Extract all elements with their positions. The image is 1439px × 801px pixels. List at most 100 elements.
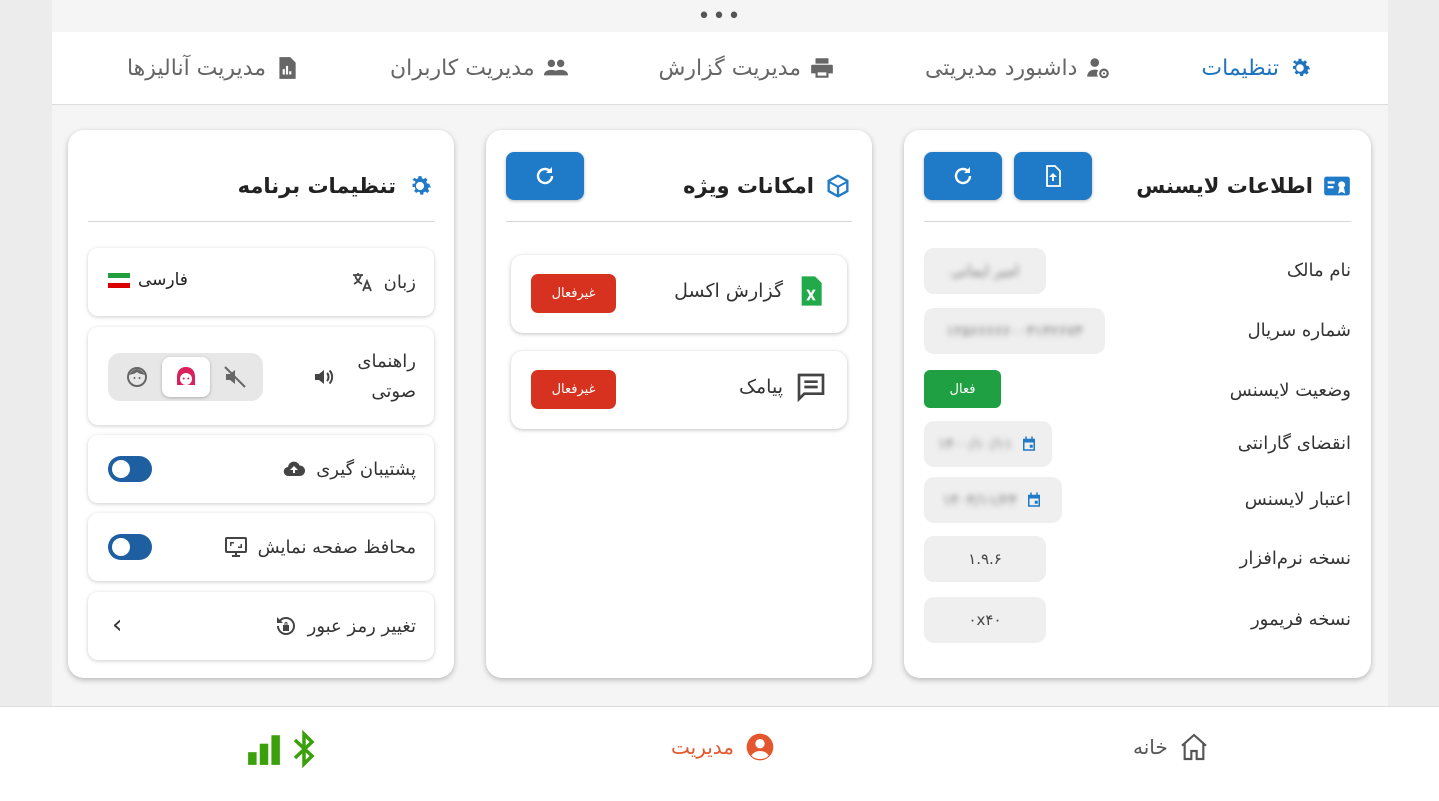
- status-row: وضعیت لایسنس فعال: [924, 368, 1351, 416]
- settings-title: تنظیمات برنامه: [238, 172, 434, 200]
- features-title: امکانات ویژه: [683, 172, 852, 200]
- refresh-icon: [536, 167, 554, 185]
- bottom-nav: خانه مدیریت: [0, 706, 1439, 801]
- backup-row: پشتیبان گیری: [88, 435, 434, 503]
- features-card-header: امکانات ویژه: [506, 150, 852, 222]
- feature-excel-report[interactable]: گزارش اکسل غیرفعال: [511, 255, 847, 333]
- license-title-text: اطلاعات لایسنس: [1136, 174, 1313, 198]
- license-icon: [1324, 176, 1350, 196]
- voice-mute-option[interactable]: [211, 357, 259, 397]
- app-frame: ••• تنظیمات داشبورد مدیریتی مدیریت گزارش…: [52, 0, 1388, 706]
- firmware-value: ۰x۴۰: [924, 597, 1046, 643]
- chevron-left-icon: ‹: [112, 610, 123, 640]
- printer-icon: [811, 58, 833, 78]
- home-icon: [1181, 733, 1207, 761]
- warranty-label: انقضای گارانتی: [1237, 433, 1351, 454]
- mute-icon: [223, 366, 246, 388]
- nav-admin[interactable]: مدیریت: [671, 731, 776, 763]
- backup-toggle[interactable]: [108, 456, 152, 482]
- boy-face-icon: [126, 367, 147, 387]
- tab-dashboard-label: داشبورد مدیریتی: [925, 55, 1078, 81]
- iran-flag-icon: [108, 272, 130, 288]
- feature-excel-label: گزارش اکسل: [674, 275, 827, 307]
- warranty-row: انقضای گارانتی ۱۴۰۰/۱۰/۱۱: [924, 421, 1351, 469]
- screensaver-row: محافظ صفحه نمایش: [88, 513, 434, 581]
- settings-card-header: تنظیمات برنامه: [88, 150, 434, 222]
- tab-analysis[interactable]: مدیریت آنالیزها: [127, 55, 300, 81]
- gear-icon: [1292, 58, 1311, 77]
- cloud-upload-icon: [283, 461, 306, 477]
- voice-male-option[interactable]: [113, 357, 161, 397]
- voice-female-option[interactable]: [161, 357, 210, 397]
- translate-icon: [352, 273, 372, 292]
- owner-row: نام مالک امیر ایمانی: [924, 248, 1351, 296]
- validity-label: اعتبار لایسنس: [1244, 489, 1351, 510]
- feature-sms-label: پیامک: [739, 371, 827, 403]
- refresh-features-button[interactable]: [506, 152, 584, 200]
- users-icon: [543, 59, 568, 76]
- firmware-label: نسخه فریمور: [1250, 609, 1351, 630]
- software-row: نسخه نرم‌افزار ۱.۹.۶: [924, 536, 1351, 584]
- feature-excel-status: غیرفعال: [531, 274, 616, 313]
- top-tabs: تنظیمات داشبورد مدیریتی مدیریت گزارش مدی…: [52, 32, 1388, 105]
- excel-file-icon: [801, 276, 822, 306]
- voice-guide-label: راهنمای صوتی: [312, 347, 416, 407]
- cube-icon: [827, 174, 849, 198]
- owner-value: امیر ایمانی: [924, 248, 1046, 294]
- signal-bars-icon: [248, 735, 280, 765]
- message-icon: [797, 373, 825, 403]
- tab-analysis-label: مدیریت آنالیزها: [126, 55, 267, 81]
- speaker-icon: [315, 369, 334, 385]
- tab-users-label: مدیریت کاربران: [389, 55, 535, 81]
- license-card-header: اطلاعات لایسنس: [924, 150, 1351, 222]
- calendar-icon: [1023, 436, 1036, 451]
- serial-row: شماره سریال ۱۲۵۶۶۶۶۶۰۰۳۱۴۲۶۷۳: [924, 308, 1351, 356]
- menu-dots[interactable]: •••: [52, 0, 1388, 32]
- software-value: ۱.۹.۶: [924, 536, 1046, 582]
- feature-sms-status: غیرفعال: [531, 370, 616, 409]
- tab-settings[interactable]: تنظیمات: [1201, 55, 1313, 81]
- language-value: فارسی: [108, 270, 188, 290]
- change-password-row[interactable]: تغییر رمز عبور ‹: [88, 592, 434, 660]
- license-title: اطلاعات لایسنس: [1136, 172, 1351, 200]
- refresh-license-button[interactable]: [924, 152, 1002, 200]
- upload-license-button[interactable]: [1014, 152, 1092, 200]
- language-label: زبان: [350, 270, 416, 294]
- tab-reports-label: مدیریت گزارش: [658, 55, 802, 81]
- license-card: اطلاعات لایسنس نام مالک امیر ایمانی شمار…: [904, 130, 1371, 678]
- features-title-text: امکانات ویژه: [683, 174, 814, 198]
- status-badge: فعال: [924, 370, 1001, 408]
- tab-users[interactable]: مدیریت کاربران: [390, 55, 569, 81]
- owner-label: نام مالک: [1286, 260, 1351, 281]
- screensaver-label: محافظ صفحه نمایش: [224, 535, 416, 559]
- tab-reports[interactable]: مدیریت گزارش: [659, 55, 836, 81]
- backup-label: پشتیبان گیری: [282, 457, 416, 481]
- file-upload-icon: [1046, 165, 1061, 187]
- firmware-row: نسخه فریمور ۰x۴۰: [924, 597, 1351, 645]
- girl-face-icon: [176, 367, 195, 385]
- user-gear-icon: [1087, 58, 1110, 79]
- refresh-icon: [954, 167, 972, 185]
- validity-value: ۱۴۰۴/۱۱/۲۴: [924, 477, 1062, 523]
- voice-selector: [108, 353, 263, 401]
- settings-card: تنظیمات برنامه زبان فارسی راهنمای صوتی پ…: [68, 130, 454, 678]
- feature-sms[interactable]: پیامک غیرفعال: [511, 351, 847, 429]
- nav-home[interactable]: خانه: [1133, 731, 1210, 763]
- software-label: نسخه نرم‌افزار: [1239, 548, 1351, 569]
- gear-icon: [412, 176, 431, 195]
- user-circle-icon: [746, 733, 774, 761]
- tab-dashboard[interactable]: داشبورد مدیریتی: [925, 55, 1111, 81]
- change-password-label: تغییر رمز عبور: [274, 614, 416, 638]
- status-label: وضعیت لایسنس: [1229, 380, 1351, 401]
- tab-settings-label: تنظیمات: [1201, 55, 1279, 81]
- monitor-icon: [224, 537, 247, 557]
- warranty-value: ۱۴۰۰/۱۰/۱۱: [924, 421, 1052, 467]
- validity-row: اعتبار لایسنس ۱۴۰۴/۱۱/۲۴: [924, 477, 1351, 525]
- status-indicators: [246, 729, 316, 769]
- language-row[interactable]: زبان فارسی: [88, 248, 434, 316]
- voice-guide-row: راهنمای صوتی: [88, 327, 434, 425]
- bluetooth-icon: [293, 729, 315, 769]
- chart-file-icon: [279, 57, 296, 79]
- calendar-icon: [1028, 492, 1041, 507]
- screensaver-toggle[interactable]: [108, 534, 152, 560]
